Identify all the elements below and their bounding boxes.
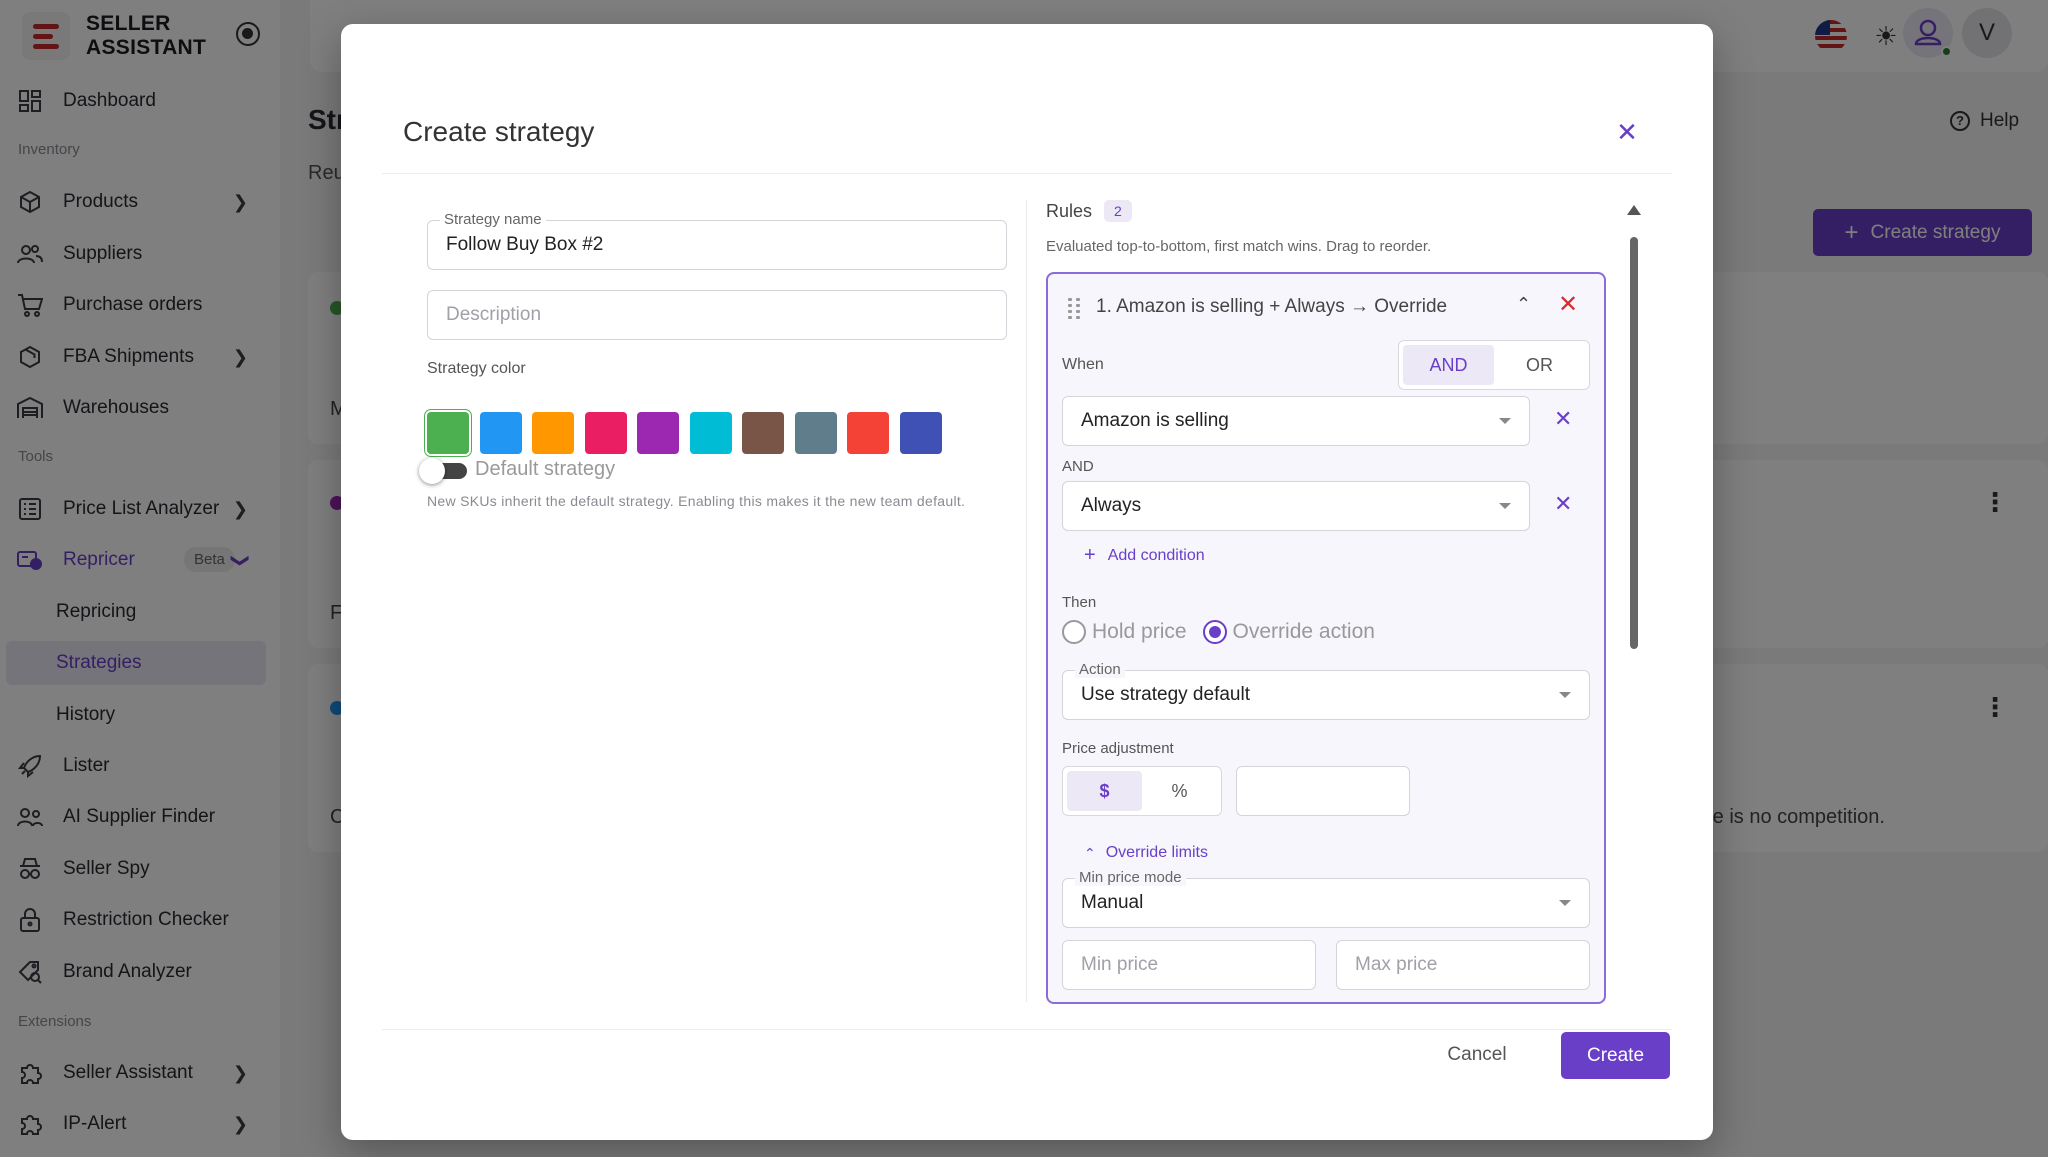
condition-select[interactable]: Amazon is selling [1062,396,1530,446]
logic-or-option[interactable]: OR [1494,345,1585,385]
color-swatch-green[interactable] [427,412,469,454]
rules-label: Rules [1046,200,1093,221]
min-price-placeholder: Min price [1081,954,1159,975]
color-swatch-blue[interactable] [480,412,522,454]
scroll-up-arrow-icon[interactable] [1627,205,1641,215]
dropdown-caret-icon [1559,900,1571,906]
scrollbar-thumb[interactable] [1630,237,1638,649]
action-label: Action [1075,661,1125,678]
cancel-button[interactable]: Cancel [1427,1032,1527,1078]
rule-card[interactable]: 1. Amazon is selling + Always → Override… [1046,272,1606,1004]
rule-title: 1. Amazon is selling + Always → Override [1096,296,1448,317]
default-strategy-toggle[interactable] [419,458,469,484]
dropdown-caret-icon [1499,503,1511,509]
color-swatch-cyan[interactable] [690,412,732,454]
logic-toggle: AND OR [1398,340,1590,390]
rules-header: Rules 2 [1046,200,1132,222]
and-connector-label: AND [1062,458,1094,475]
dialog-divider [382,173,1672,174]
strategy-name-field[interactable]: Strategy name Follow Buy Box #2 [427,211,1007,270]
then-label: Then [1062,594,1097,611]
unit-dollar-option[interactable]: $ [1067,771,1142,811]
override-limits-toggle[interactable]: ⌃ Override limits [1084,844,1208,862]
when-label: When [1062,356,1104,373]
dialog-footer-divider [382,1029,1672,1030]
create-button[interactable]: Create [1561,1032,1670,1079]
action-value: Use strategy default [1081,684,1250,705]
remove-condition-icon[interactable]: ✕ [1554,406,1572,432]
rules-description: Evaluated top-to-bottom, first match win… [1046,238,1432,255]
condition-select[interactable]: Always [1062,481,1530,531]
price-adjustment-input[interactable] [1236,766,1410,816]
override-action-radio[interactable] [1202,620,1227,644]
hold-price-radio[interactable] [1062,620,1086,644]
min-price-input[interactable]: Min price [1062,940,1316,990]
plus-icon: + [1084,544,1096,566]
color-swatch-brown[interactable] [742,412,784,454]
default-strategy-label: Default strategy [475,458,616,480]
min-price-mode-select[interactable]: Min price mode Manual [1062,869,1590,928]
close-icon[interactable]: ✕ [1613,118,1641,146]
dropdown-caret-icon [1559,692,1571,698]
color-swatch-gray-blue[interactable] [795,412,837,454]
then-options: Hold price Override action [1062,620,1375,644]
hold-price-label: Hold price [1092,620,1187,643]
remove-rule-icon[interactable]: ✕ [1558,290,1578,319]
add-condition-button[interactable]: + Add condition [1084,544,1205,567]
override-action-label: Override action [1232,620,1375,643]
dropdown-caret-icon [1499,418,1511,424]
price-adjustment-label: Price adjustment [1062,740,1174,757]
chevron-up-icon: ⌃ [1084,844,1096,861]
color-swatch-pink[interactable] [585,412,627,454]
color-swatch-indigo[interactable] [900,412,942,454]
default-strategy-hint: New SKUs inherit the default strategy. E… [427,493,966,509]
drag-handle-icon[interactable] [1068,298,1080,319]
create-strategy-dialog: Create strategy ✕ Strategy name Follow B… [341,24,1713,1140]
color-swatch-red[interactable] [847,412,889,454]
column-divider [1026,200,1027,1002]
strategy-name-value: Follow Buy Box #2 [446,234,604,255]
add-condition-label: Add condition [1107,546,1205,564]
max-price-placeholder: Max price [1355,954,1438,975]
color-swatch-purple[interactable] [637,412,679,454]
description-field[interactable]: Description [427,290,1007,340]
min-price-mode-label: Min price mode [1075,869,1186,886]
condition-value: Always [1081,495,1142,516]
dialog-title: Create strategy [403,116,595,147]
remove-condition-icon[interactable]: ✕ [1554,491,1572,517]
toggle-knob [419,458,445,484]
logic-and-option[interactable]: AND [1403,345,1494,385]
condition-value: Amazon is selling [1081,410,1229,431]
rules-count-badge: 2 [1104,200,1132,222]
description-placeholder: Description [446,304,542,325]
strategy-color-label: Strategy color [427,360,526,377]
min-price-mode-value: Manual [1081,892,1144,913]
unit-percent-option[interactable]: % [1142,771,1217,811]
chevron-up-icon[interactable]: ⌃ [1516,294,1531,315]
override-limits-label: Override limits [1105,844,1208,861]
strategy-name-label: Strategy name [440,211,546,228]
color-swatch-orange[interactable] [532,412,574,454]
price-unit-toggle: $ % [1062,766,1222,816]
action-select[interactable]: Action Use strategy default [1062,661,1590,720]
max-price-input[interactable]: Max price [1336,940,1590,990]
